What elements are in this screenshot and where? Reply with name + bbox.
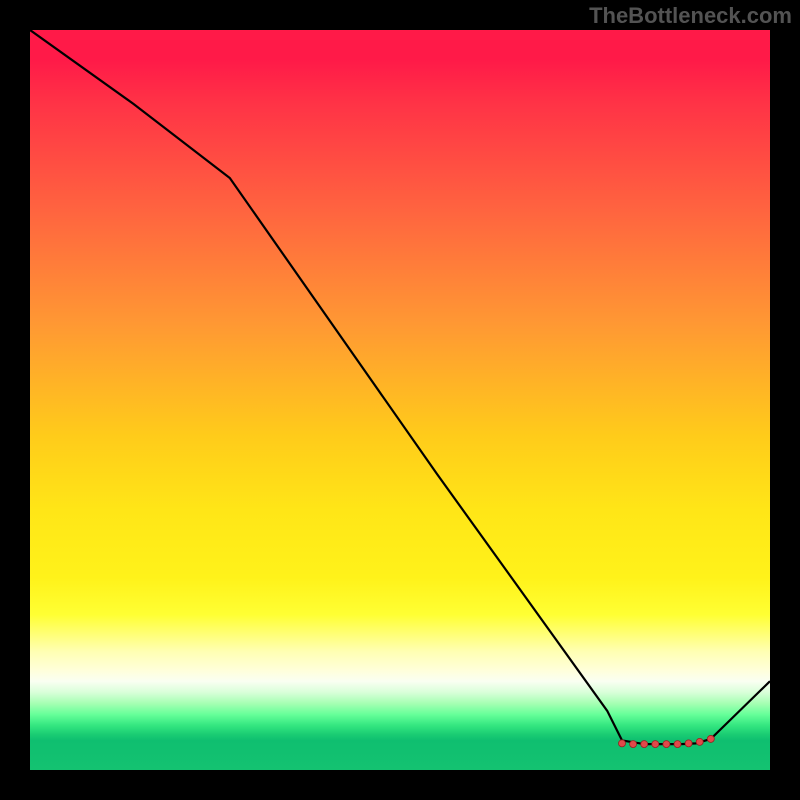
- marker-dot: [663, 741, 670, 748]
- plot-area: [30, 30, 770, 770]
- marker-dot: [674, 741, 681, 748]
- marker-dot: [696, 738, 703, 745]
- marker-dot: [641, 741, 648, 748]
- marker-dot: [630, 741, 637, 748]
- marker-dot: [685, 740, 692, 747]
- marker-dot: [619, 740, 626, 747]
- line-series: [30, 30, 770, 744]
- curve-path: [30, 30, 770, 744]
- marker-dot: [707, 735, 714, 742]
- watermark-text: TheBottleneck.com: [589, 3, 792, 29]
- marker-dot: [652, 741, 659, 748]
- markers-group: [619, 735, 715, 747]
- chart-svg: [30, 30, 770, 770]
